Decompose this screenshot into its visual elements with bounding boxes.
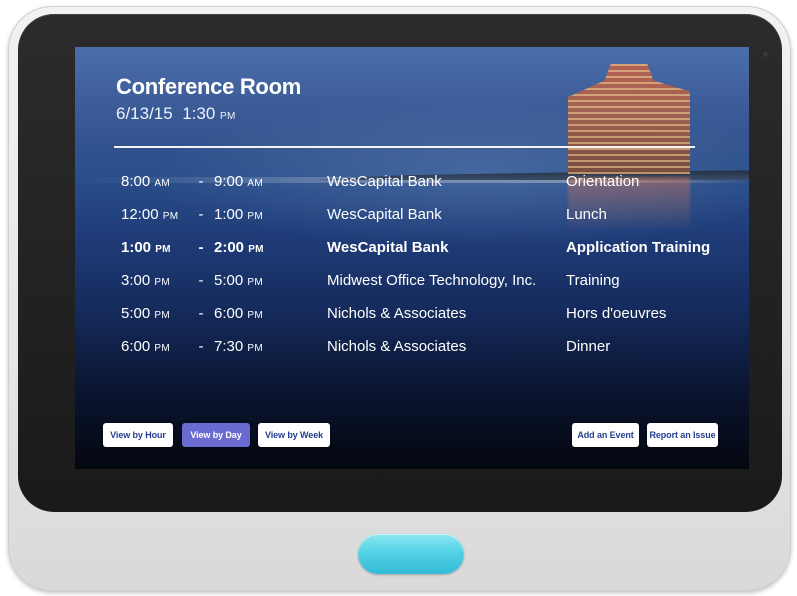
end-time: 9:00 AM (214, 173, 294, 190)
start-time: 1:00 PM (121, 239, 199, 256)
end-ampm: PM (248, 244, 264, 255)
end-time: 5:00 PM (214, 272, 294, 289)
start-ampm: PM (154, 310, 170, 321)
view-by-day-button[interactable]: View by Day (182, 423, 250, 447)
end-time: 6:00 PM (214, 305, 294, 322)
organization-name: WesCapital Bank (327, 206, 442, 223)
time-separator: - (198, 173, 204, 190)
event-name: Lunch (566, 206, 607, 223)
start-time: 5:00 PM (121, 305, 199, 322)
start-ampm: PM (155, 244, 171, 255)
end-ampm: PM (247, 310, 263, 321)
end-time-value: 6:00 (214, 305, 244, 322)
start-time-value: 12:00 (121, 206, 159, 223)
organization-name: Nichols & Associates (327, 305, 467, 322)
event-name: Hors d'oeuvres (566, 305, 667, 322)
schedule-row[interactable]: 3:00 PM - 5:00 PM Midwest Office Technol… (75, 272, 749, 302)
end-time: 7:30 PM (214, 338, 294, 355)
time-separator: - (198, 239, 204, 256)
organization-name: Nichols & Associates (327, 338, 467, 355)
end-ampm: PM (247, 211, 263, 222)
end-time: 1:00 PM (214, 206, 294, 223)
schedule-row[interactable]: 5:00 PM - 6:00 PM Nichols & Associates H… (75, 305, 749, 335)
room-title: Conference Room (116, 74, 301, 99)
home-button[interactable] (358, 534, 464, 574)
start-ampm: PM (154, 277, 170, 288)
end-time-value: 5:00 (214, 272, 244, 289)
view-by-hour-button[interactable]: View by Hour (103, 423, 173, 447)
start-time-value: 3:00 (121, 272, 151, 289)
current-time-ampm: PM (220, 111, 236, 122)
start-ampm: PM (154, 343, 170, 354)
add-event-button[interactable]: Add an Event (572, 423, 639, 447)
time-separator: - (198, 338, 204, 355)
time-separator: - (198, 305, 204, 322)
start-time-value: 6:00 (121, 338, 151, 355)
current-date: 6/13/15 (116, 104, 173, 123)
start-time: 12:00 PM (121, 206, 199, 223)
end-time-value: 2:00 (214, 239, 245, 256)
end-ampm: PM (247, 343, 263, 354)
schedule-row[interactable]: 12:00 PM - 1:00 PM WesCapital Bank Lunch (75, 206, 749, 236)
report-issue-button[interactable]: Report an Issue (647, 423, 718, 447)
start-time-value: 1:00 (121, 239, 152, 256)
start-time-value: 5:00 (121, 305, 151, 322)
start-ampm: PM (162, 211, 179, 222)
end-time-value: 7:30 (214, 338, 244, 355)
end-time-value: 1:00 (214, 206, 244, 223)
event-name: Orientation (566, 173, 640, 190)
header-divider (114, 146, 695, 148)
current-time: 1:30 (182, 104, 216, 123)
view-by-week-button[interactable]: View by Week (258, 423, 330, 447)
start-time: 3:00 PM (121, 272, 199, 289)
event-name: Training (566, 272, 620, 289)
organization-name: Midwest Office Technology, Inc. (327, 272, 537, 289)
schedule-row[interactable]: 8:00 AM - 9:00 AM WesCapital Bank Orient… (75, 173, 749, 203)
end-time-value: 9:00 (214, 173, 244, 190)
camera-dot (763, 52, 768, 57)
time-separator: - (198, 272, 204, 289)
time-separator: - (198, 206, 204, 223)
event-name: Dinner (566, 338, 611, 355)
event-name: Application Training (566, 239, 711, 256)
end-ampm: AM (247, 178, 263, 189)
schedule-row-current[interactable]: 1:00 PM - 2:00 PM WesCapital Bank Applic… (75, 239, 749, 269)
room-display-screen: Conference Room 6/13/15 1:30 PM 8:00 AM … (75, 47, 749, 469)
organization-name: WesCapital Bank (327, 239, 449, 256)
current-datetime: 6/13/15 1:30 PM (116, 104, 236, 124)
schedule-row[interactable]: 6:00 PM - 7:30 PM Nichols & Associates D… (75, 338, 749, 368)
organization-name: WesCapital Bank (327, 173, 442, 190)
end-time: 2:00 PM (214, 239, 294, 256)
start-time: 8:00 AM (121, 173, 199, 190)
end-ampm: PM (247, 277, 263, 288)
background-hotel-image (568, 64, 690, 174)
start-ampm: AM (154, 178, 170, 189)
start-time-value: 8:00 (121, 173, 151, 190)
start-time: 6:00 PM (121, 338, 199, 355)
